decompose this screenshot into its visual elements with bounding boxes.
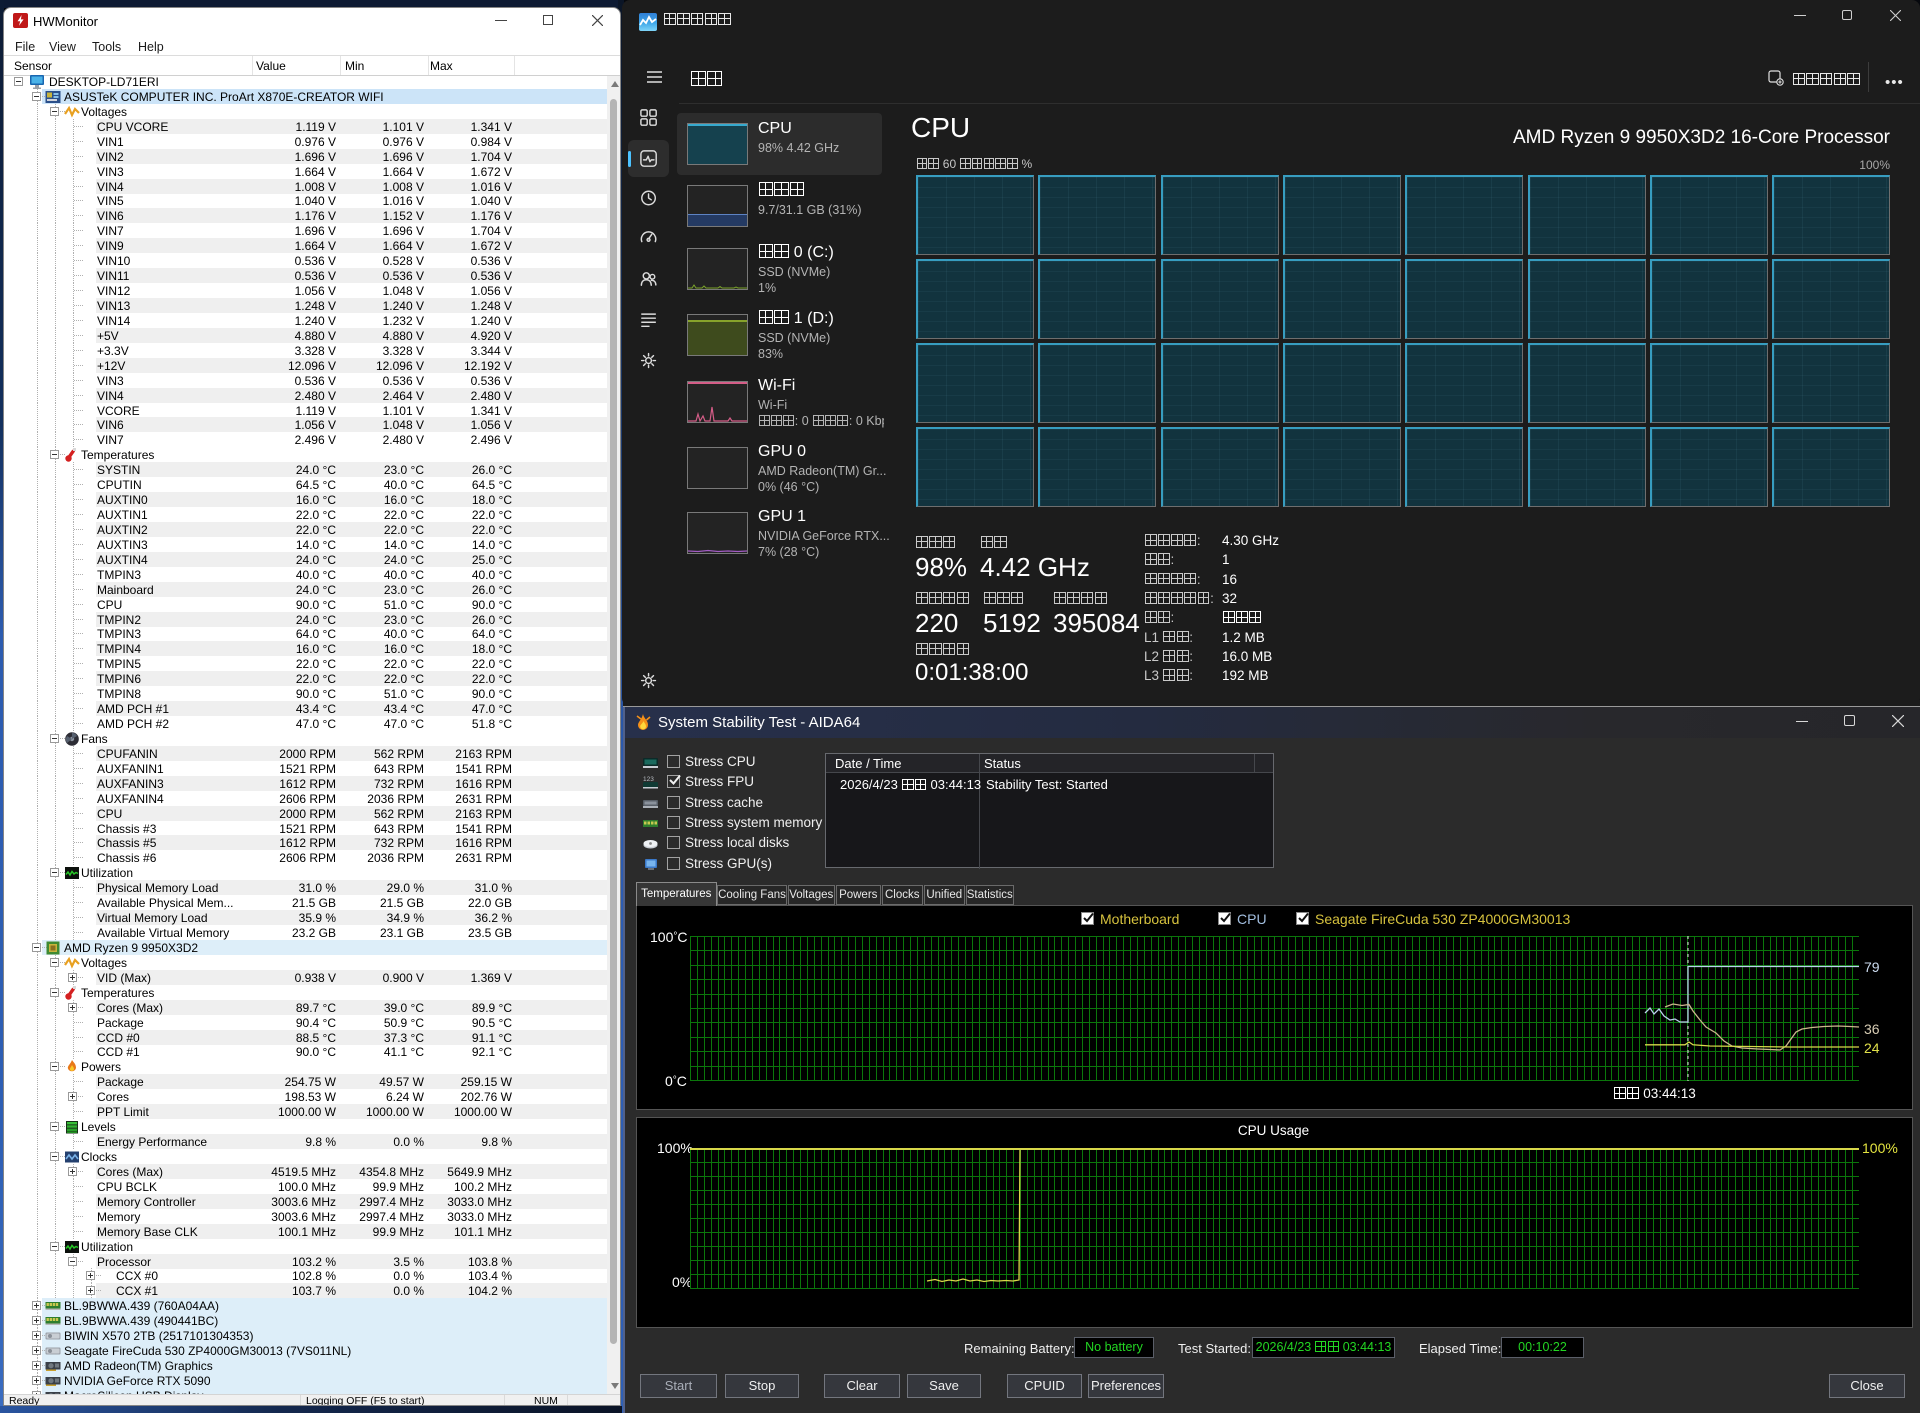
svg-text:123: 123	[643, 776, 654, 783]
